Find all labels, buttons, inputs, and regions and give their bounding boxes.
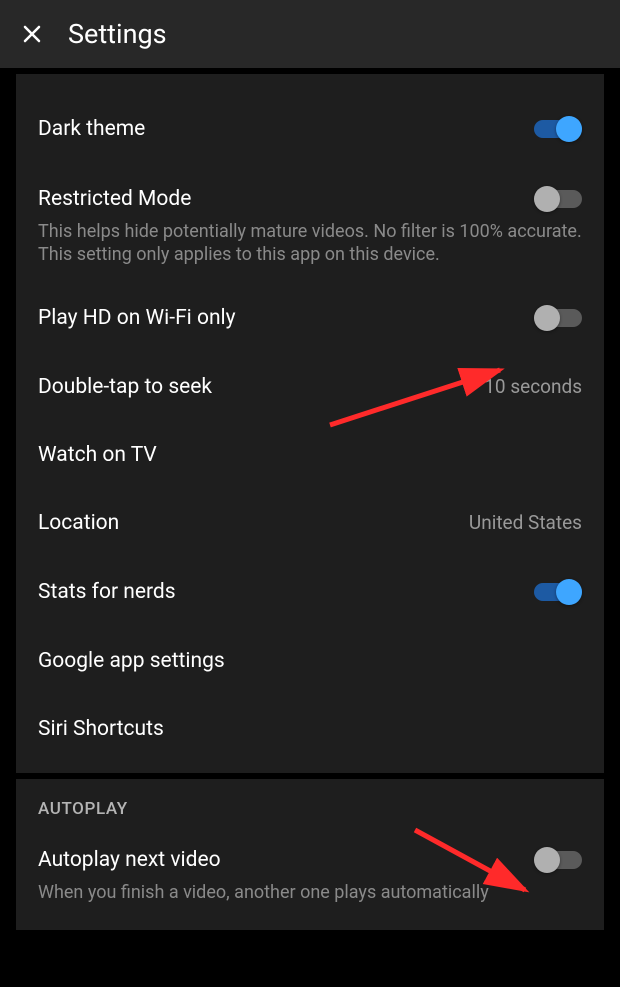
double-tap-value: 10 seconds	[484, 375, 582, 398]
watch-on-tv-label: Watch on TV	[38, 443, 157, 467]
stats-for-nerds-row[interactable]: Stats for nerds	[16, 557, 604, 627]
dark-theme-row[interactable]: Dark theme	[16, 94, 604, 164]
close-button[interactable]	[16, 18, 48, 50]
location-row[interactable]: Location United States	[16, 489, 604, 557]
autoplay-next-label: Autoplay next video	[38, 848, 221, 872]
play-hd-wifi-label: Play HD on Wi-Fi only	[38, 306, 236, 330]
stats-for-nerds-toggle[interactable]	[534, 579, 582, 605]
autoplay-next-desc: When you finish a video, another one pla…	[16, 881, 604, 920]
restricted-mode-label: Restricted Mode	[38, 187, 191, 211]
settings-header: Settings	[0, 0, 620, 68]
google-app-settings-label: Google app settings	[38, 649, 225, 673]
restricted-mode-toggle[interactable]	[534, 186, 582, 212]
autoplay-next-toggle[interactable]	[534, 847, 582, 873]
play-hd-wifi-row[interactable]: Play HD on Wi-Fi only	[16, 283, 604, 353]
play-hd-wifi-toggle[interactable]	[534, 305, 582, 331]
location-label: Location	[38, 511, 119, 535]
restricted-mode-row[interactable]: Restricted Mode	[16, 164, 604, 220]
watch-on-tv-row[interactable]: Watch on TV	[16, 421, 604, 489]
general-settings-panel: Dark theme Restricted Mode This helps hi…	[16, 74, 604, 773]
autoplay-panel: AUTOPLAY Autoplay next video When you fi…	[16, 779, 604, 930]
autoplay-next-row[interactable]: Autoplay next video	[16, 825, 604, 881]
siri-shortcuts-row[interactable]: Siri Shortcuts	[16, 695, 604, 763]
page-title: Settings	[68, 18, 167, 50]
dark-theme-label: Dark theme	[38, 117, 145, 141]
location-value: United States	[469, 511, 582, 534]
stats-for-nerds-label: Stats for nerds	[38, 580, 176, 604]
close-icon	[20, 22, 44, 46]
double-tap-row[interactable]: Double-tap to seek 10 seconds	[16, 353, 604, 421]
siri-shortcuts-label: Siri Shortcuts	[38, 717, 164, 741]
double-tap-label: Double-tap to seek	[38, 375, 212, 399]
restricted-mode-desc: This helps hide potentially mature video…	[16, 220, 604, 283]
autoplay-section-header: AUTOPLAY	[16, 779, 604, 825]
google-app-settings-row[interactable]: Google app settings	[16, 627, 604, 695]
dark-theme-toggle[interactable]	[534, 116, 582, 142]
